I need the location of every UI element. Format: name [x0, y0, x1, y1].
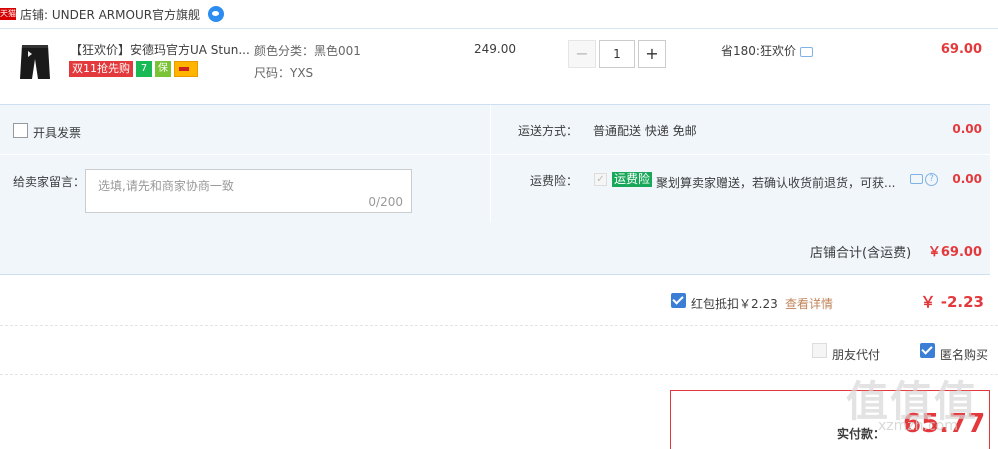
quantity-stepper: − 1 + [568, 40, 666, 68]
shop-total-value: ￥69.00 [927, 245, 982, 260]
help-icon[interactable]: ? [925, 173, 938, 186]
saving-text: 省180:狂欢价 [721, 44, 796, 58]
double11-badge: 双11抢先购 [69, 61, 133, 77]
chat-icon[interactable] [799, 46, 813, 57]
product-image[interactable] [10, 39, 60, 89]
shipping-method: 普通配送 快递 免邮 [593, 124, 697, 138]
memo-char-count: 0/200 [368, 195, 403, 209]
invoice-checkbox[interactable] [13, 123, 28, 138]
shop-header: 天猫 店铺: UNDER ARMOUR官方旗舰 [0, 0, 998, 28]
guarantee-icon: 保 [155, 61, 171, 77]
promo-badges: 双11抢先购 7 保 [69, 61, 198, 77]
seven-day-return-icon: 7 [136, 61, 152, 77]
red-packet-label[interactable]: 红包抵扣￥2.23 [691, 295, 778, 312]
divider [0, 154, 990, 155]
invoice-label[interactable]: 开具发票 [33, 124, 81, 141]
saving-note: 省180:狂欢价 [721, 42, 813, 59]
insurance-checkbox[interactable]: ✓ [594, 173, 607, 186]
insurance-badge: 运费险 [612, 172, 653, 187]
memo-placeholder: 选填,请先和商家协商一致 [98, 179, 234, 193]
sku-color: 颜色分类：黑色001 [254, 44, 361, 58]
red-packet-row: 红包抵扣￥2.23 查看详情 ￥ -2.23 [0, 276, 998, 326]
tmall-badge: 天猫 [0, 8, 16, 20]
red-packet-checkbox[interactable] [671, 293, 686, 308]
quantity-minus-button[interactable]: − [568, 40, 596, 68]
shipping-label: 运送方式： [518, 124, 579, 138]
credit-card-icon [174, 61, 198, 77]
friend-pay-checkbox[interactable] [812, 343, 827, 358]
seller-memo-input[interactable]: 选填,请先和商家协商一致 0/200 [85, 169, 412, 213]
insurance-description: 聚划算卖家赠送，若确认收货前退货，可获... [656, 176, 896, 190]
sku-size: 尺码：YXS [254, 66, 314, 80]
quantity-input[interactable]: 1 [599, 40, 635, 68]
insurance-label: 运费险： [530, 174, 579, 188]
insurance-fee: 0.00 [952, 172, 982, 186]
product-title-link[interactable]: 【狂欢价】安德玛官方UA Stun... [70, 41, 250, 58]
shipping-fee: 0.00 [952, 122, 982, 136]
item-subtotal: 69.00 [940, 42, 982, 57]
wangwang-chat-icon[interactable] [208, 6, 225, 22]
red-packet-detail-link[interactable]: 查看详情 [785, 295, 833, 312]
quantity-plus-button[interactable]: + [638, 40, 666, 68]
chat-icon[interactable] [910, 174, 923, 184]
watermark-url: xzmzh.com [878, 418, 958, 434]
shop-name-link[interactable]: 店铺: UNDER ARMOUR官方旗舰 [20, 6, 200, 23]
memo-label: 给卖家留言： [13, 175, 86, 189]
unit-price: 249.00 [474, 42, 516, 56]
divider [490, 105, 491, 223]
anonymous-purchase-label[interactable]: 匿名购买 [940, 346, 988, 363]
anonymous-purchase-checkbox[interactable] [920, 343, 935, 358]
insurance-icons: ? [910, 173, 938, 186]
order-options-panel: 开具发票 运送方式： 普通配送 快递 免邮 0.00 给卖家留言： 选填,请先和… [0, 104, 990, 223]
shop-total-row: 店铺合计(含运费) ￥69.00 [0, 222, 990, 275]
friend-pay-label[interactable]: 朋友代付 [832, 346, 880, 363]
shop-total-label: 店铺合计(含运费) [810, 246, 912, 261]
red-packet-value: ￥ -2.23 [920, 293, 984, 311]
order-item-row: 【狂欢价】安德玛官方UA Stun... 双11抢先购 7 保 颜色分类：黑色0… [0, 28, 998, 104]
